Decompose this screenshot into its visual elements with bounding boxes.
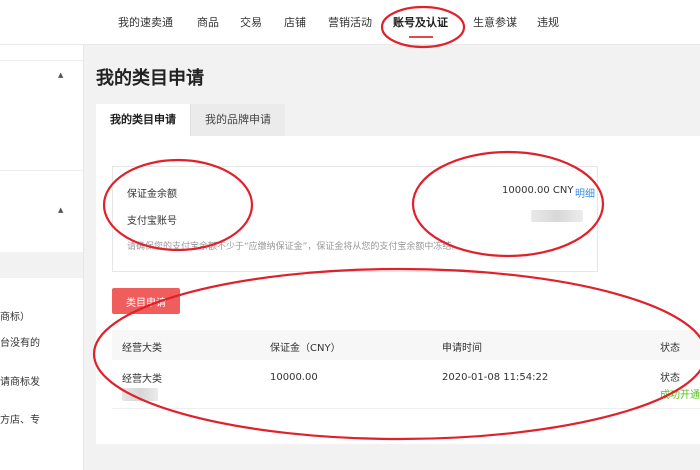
top-nav: 我的速卖通 商品 交易 店铺 营销活动 账号及认证 生意参谋 违规 [0,0,700,45]
deposit-detail-link[interactable]: 明细 [575,185,595,200]
nav-violations[interactable]: 违规 [537,14,559,30]
active-nav-underline [409,36,433,38]
sidebar: ▲ ▲ 商标） 台没有的 请商标发 方店、专 [0,45,84,470]
sidebar-divider [0,170,83,171]
row-apply-time: 2020-01-08 11:54:22 [442,372,549,383]
tab-category-applications[interactable]: 我的类目申请 [96,104,190,136]
nav-business-advisor[interactable]: 生意参谋 [473,14,517,30]
content-panel: 保证金余额 支付宝账号 10000.00 CNY 明细 请确保您的支付宝余额不少… [96,136,700,444]
sidebar-text: 请商标发 [0,377,40,388]
page-title: 我的类目申请 [96,68,204,89]
column-header-category: 经营大类 [122,343,162,354]
blurred-category-value [122,388,158,401]
nav-my-aliexpress[interactable]: 我的速卖通 [118,14,173,30]
sidebar-text: 方店、专 [0,415,40,426]
nav-store[interactable]: 店铺 [284,14,306,30]
row-deposit: 10000.00 [270,372,318,383]
sidebar-text: 台没有的 [0,338,40,349]
sidebar-collapse-icon[interactable]: ▲ [58,206,63,214]
sidebar-item-active[interactable] [0,252,83,278]
blurred-account-value [531,210,583,222]
table-header: 经营大类 保证金（CNY） 申请时间 状态 [112,330,700,360]
column-header-apply-time: 申请时间 [442,343,482,354]
deposit-info-box: 保证金余额 支付宝账号 10000.00 CNY 明细 请确保您的支付宝余额不少… [112,166,598,272]
sidebar-divider [0,60,83,61]
deposit-hint: 请确保您的支付宝余额不少于“应缴纳保证金”，保证金将从您的支付宝余额中冻结。 [127,242,461,252]
row-status: 状态 [660,373,680,384]
alipay-account-label: 支付宝账号 [127,216,177,227]
nav-account-verification[interactable]: 账号及认证 [393,14,448,30]
nav-marketing[interactable]: 营销活动 [328,14,372,30]
tab-brand-applications[interactable]: 我的品牌申请 [190,104,285,136]
row-category: 经营大类 [122,374,162,385]
row-status-result: 成功开通 [660,390,700,401]
nav-orders[interactable]: 交易 [240,14,262,30]
sidebar-collapse-icon[interactable]: ▲ [58,71,63,79]
sidebar-text: 商标） [0,312,30,323]
deposit-balance-label: 保证金余额 [127,189,177,200]
nav-products[interactable]: 商品 [197,14,219,30]
table-row: 经营大类 10000.00 2020-01-08 11:54:22 状态 成功开… [112,362,700,409]
category-apply-button[interactable]: 类目申请 [112,288,180,314]
deposit-balance-amount: 10000.00 CNY [502,185,574,196]
column-header-status: 状态 [660,343,680,354]
tab-bar: 我的类目申请 我的品牌申请 [96,104,696,136]
column-header-deposit: 保证金（CNY） [270,343,341,354]
